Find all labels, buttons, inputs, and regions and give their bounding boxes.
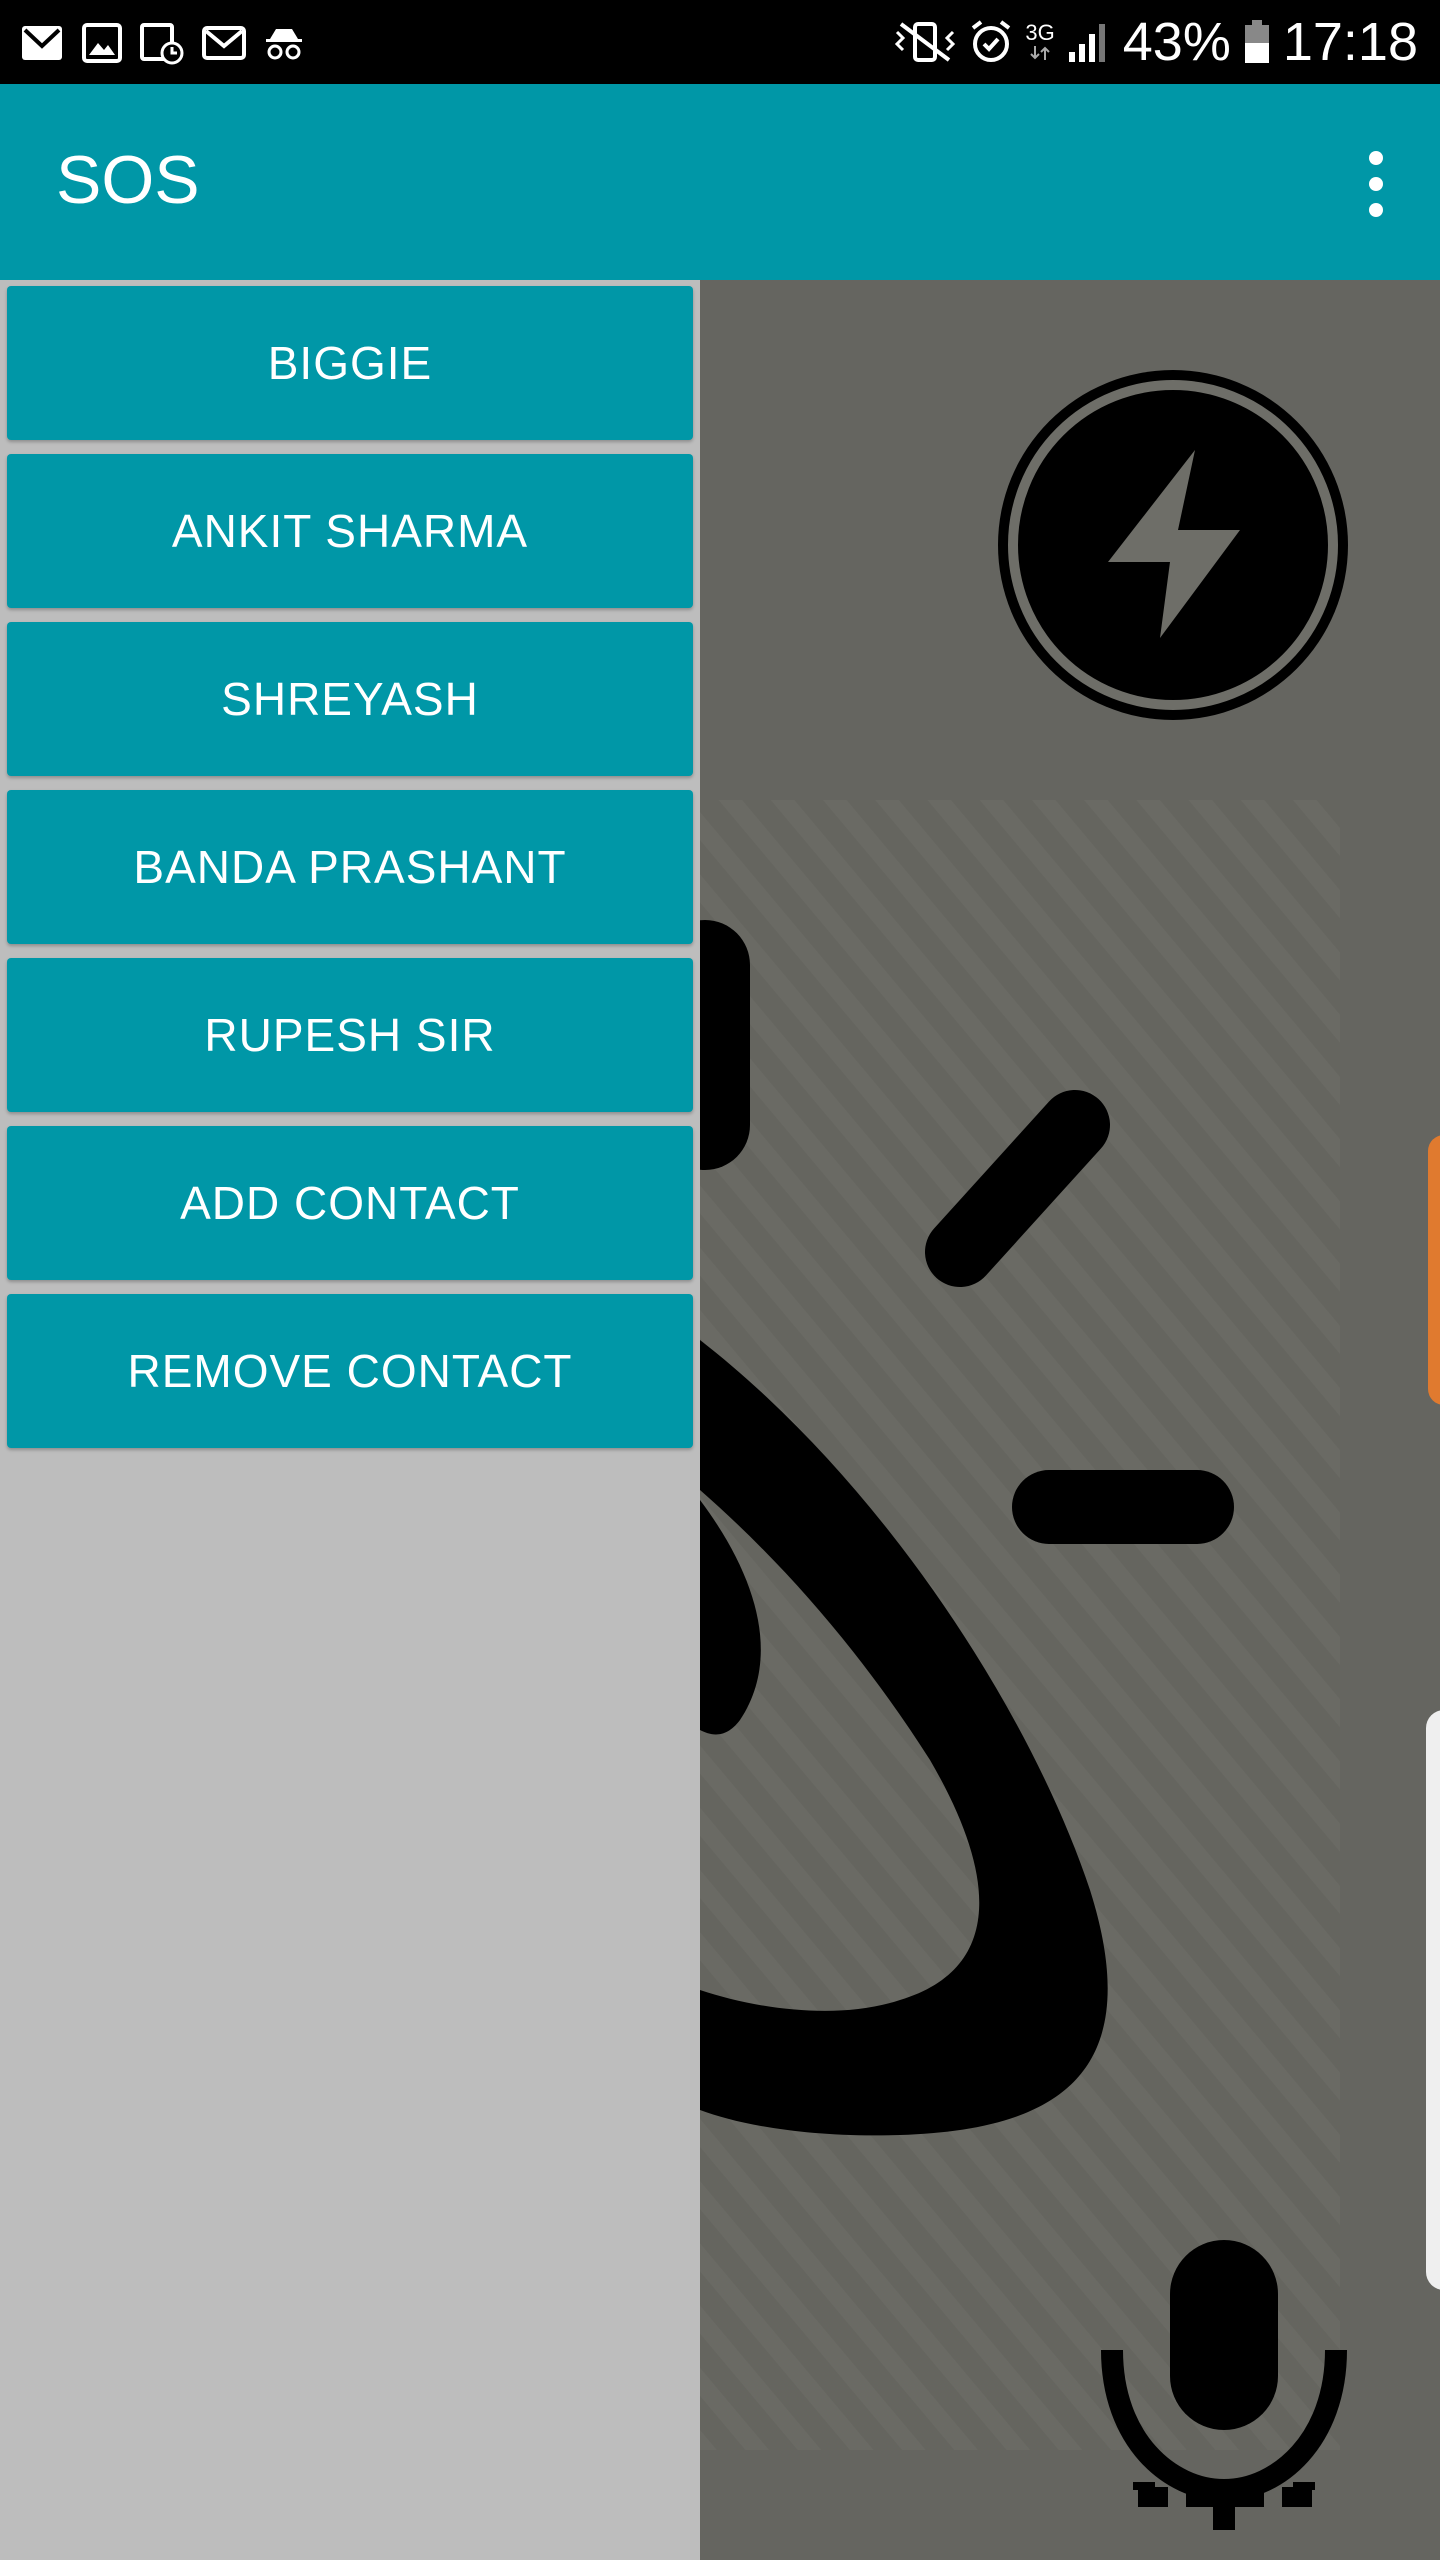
battery-icon [1243,19,1271,65]
network-3g-icon: 3G [1025,22,1055,62]
app-title: SOS [56,142,200,218]
incognito-icon [264,25,304,61]
contact-button-biggie[interactable]: BIGGIE [7,286,693,440]
add-contact-button[interactable]: ADD CONTACT [7,1126,693,1280]
overflow-menu-icon[interactable] [1340,144,1412,224]
main-content-dimmed [700,280,1440,2560]
alarm-icon [969,20,1013,64]
gmail-icon [20,24,64,62]
contacts-drawer: BIGGIE ANKIT SHARMA SHREYASH BANDA PRASH… [0,280,700,2560]
side-handle-orange[interactable] [1428,1135,1440,1405]
app-bar: SOS [0,84,1440,280]
remove-contact-button[interactable]: REMOVE CONTACT [7,1294,693,1448]
flash-icon[interactable] [998,370,1348,720]
system-status: 3G 43% 17:18 [893,8,1418,76]
contact-button-banda-prashant[interactable]: BANDA PRASHANT [7,790,693,944]
gallery-icon [82,23,122,63]
email-icon [202,26,246,60]
clock: 17:18 [1282,12,1418,72]
signal-icon [1067,20,1111,64]
vibrate-icon [893,20,957,64]
calendar-icon [140,21,184,65]
notification-icons [20,20,304,66]
side-panel-edge[interactable] [1426,1710,1440,2290]
main-illustration [700,370,1440,2530]
battery-percent: 43% [1122,12,1231,72]
contact-button-rupesh-sir[interactable]: RUPESH SIR [7,958,693,1112]
status-bar: 3G 43% 17:18 [0,0,1440,84]
contact-button-shreyash[interactable]: SHREYASH [7,622,693,776]
contact-button-ankit-sharma[interactable]: ANKIT SHARMA [7,454,693,608]
